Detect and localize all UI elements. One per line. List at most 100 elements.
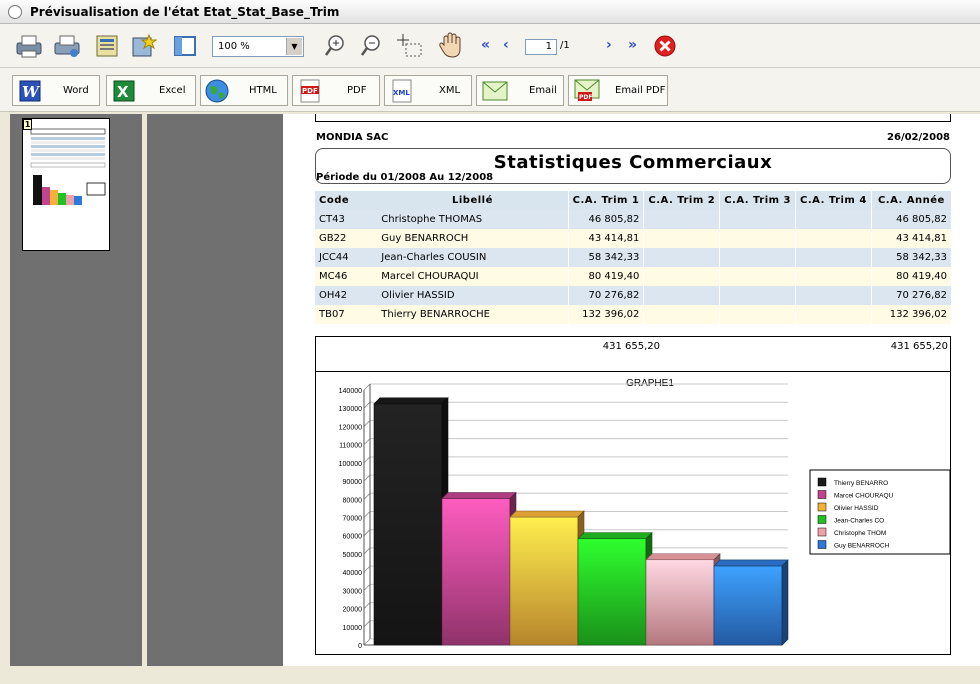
- export-word-button[interactable]: W Word: [12, 75, 100, 106]
- col-trim4: C.A. Trim 4: [795, 191, 872, 210]
- table-row: MC46 Marcel CHOURAQUI 80 419,40 80 419,4…: [315, 267, 951, 286]
- report-page: MONDIA SAC 26/02/2008 Statistiques Comme…: [283, 114, 980, 666]
- cell-trim4: [795, 229, 872, 248]
- pan-hand-button[interactable]: [436, 30, 466, 60]
- table-row: TB07 Thierry BENARROCHE 132 396,02 132 3…: [315, 305, 951, 324]
- zoom-in-button[interactable]: [322, 32, 348, 60]
- col-trim3: C.A. Trim 3: [719, 191, 796, 210]
- y-tick-label: 120000: [339, 424, 362, 431]
- report-period: Période du 01/2008 Au 12/2008: [316, 172, 494, 183]
- col-code: Code: [315, 191, 378, 210]
- axis-tick: [363, 420, 371, 427]
- thumbnails-toggle-button[interactable]: [170, 32, 200, 60]
- axis-tick: [363, 438, 371, 445]
- cell-trim2: [643, 248, 720, 267]
- export-excel-label: Excel: [159, 85, 186, 96]
- report-header-rule: [315, 114, 951, 122]
- export-html-label: HTML: [249, 85, 277, 96]
- next-page-button[interactable]: ›: [606, 37, 612, 53]
- app-icon: [8, 4, 22, 19]
- cell-trim2: [643, 210, 720, 229]
- chart-bar-side: [781, 559, 789, 646]
- y-tick-label: 70000: [343, 516, 363, 523]
- table-row: CT43 Christophe THOMAS 46 805,82 46 805,…: [315, 210, 951, 229]
- legend-label: Marcel CHOURAQU: [834, 493, 894, 500]
- export-xml-button[interactable]: XML XML: [384, 75, 472, 106]
- axis-tick: [363, 493, 371, 500]
- page-thumbnail[interactable]: 1: [22, 118, 110, 251]
- edit-report-button[interactable]: [128, 32, 158, 60]
- chart-bar: [441, 498, 511, 646]
- y-tick-label: 10000: [343, 625, 363, 632]
- svg-text:XML: XML: [393, 89, 410, 97]
- chart-bar-top: [441, 492, 517, 499]
- page-number-input[interactable]: 1: [525, 39, 557, 55]
- zoom-out-icon: [360, 35, 380, 56]
- secondary-pane: [147, 114, 283, 666]
- previous-page-button[interactable]: ‹: [503, 37, 509, 53]
- chart-bar: [645, 559, 715, 646]
- col-libelle: Libellé: [377, 191, 569, 210]
- col-trim2: C.A. Trim 2: [643, 191, 720, 210]
- cell-trim2: [643, 286, 720, 305]
- cell-trim3: [719, 210, 796, 229]
- cell-code: JCC44: [315, 248, 378, 267]
- y-tick-label: 110000: [339, 443, 362, 450]
- export-email-pdf-button[interactable]: PDF Email PDF: [568, 75, 668, 106]
- chart-bar-top: [577, 532, 653, 540]
- title-bar: Prévisualisation de l'état Etat_Stat_Bas…: [0, 0, 980, 24]
- cell-name: Marcel CHOURAQUI: [377, 267, 569, 286]
- cell-trim3: [719, 267, 796, 286]
- zoom-in-icon: [324, 35, 344, 56]
- preview-toolbar: 100 % ▼ « ‹ 1 /1 › »: [0, 24, 980, 68]
- cell-code: GB22: [315, 229, 378, 248]
- y-tick-label: 140000: [339, 388, 362, 395]
- legend-swatch: [817, 490, 827, 499]
- sidebar-panel-icon: [174, 36, 196, 56]
- close-preview-button[interactable]: [652, 33, 678, 59]
- zoom-out-button[interactable]: [358, 32, 384, 60]
- xml-icon: XML: [392, 79, 412, 103]
- cell-trim1: 70 276,82: [567, 286, 644, 305]
- table-row: OH42 Olivier HASSID 70 276,82 70 276,82: [315, 286, 951, 305]
- export-toolbar: W Word X Excel HTML PDF PDF XML XML Emai…: [0, 68, 980, 112]
- first-page-button[interactable]: «: [481, 37, 490, 53]
- cell-trim3: [719, 248, 796, 267]
- y-tick-label: 100000: [339, 461, 362, 468]
- page-setup-button[interactable]: [92, 32, 122, 60]
- chart-bar: [509, 516, 579, 646]
- total-year: 431 655,20: [890, 341, 948, 352]
- sales-bar-chart: GRAPHE1010000200003000040000500006000070…: [339, 378, 951, 650]
- report-title: Statistiques Commerciaux: [493, 152, 773, 173]
- export-email-button[interactable]: Email: [476, 75, 564, 106]
- envelope-icon: [482, 81, 508, 101]
- table-header-row: Code Libellé C.A. Trim 1 C.A. Trim 2 C.A…: [315, 191, 951, 210]
- export-excel-button[interactable]: X Excel: [106, 75, 196, 106]
- chevron-down-icon[interactable]: ▼: [286, 38, 302, 55]
- close-icon: [654, 35, 676, 57]
- cell-trim1: 58 342,33: [567, 248, 644, 267]
- export-html-button[interactable]: HTML: [200, 75, 288, 106]
- axis-tick: [363, 456, 371, 464]
- legend-swatch: [817, 515, 827, 524]
- export-pdf-button[interactable]: PDF PDF: [292, 75, 380, 106]
- y-tick-label: 40000: [343, 570, 363, 577]
- chart-bar-top: [509, 510, 585, 518]
- print-setup-button[interactable]: [52, 32, 82, 60]
- last-page-button[interactable]: »: [628, 37, 637, 53]
- cell-year: 80 419,40: [870, 267, 951, 286]
- legend-swatch: [817, 502, 827, 512]
- export-email-pdf-label: Email PDF: [615, 85, 666, 96]
- zoom-select[interactable]: 100 % ▼: [212, 36, 304, 57]
- selection-zoom-button[interactable]: [394, 32, 428, 60]
- chart-bar-top: [645, 553, 721, 561]
- cell-code: TB07: [315, 305, 378, 324]
- cell-year: 70 276,82: [870, 286, 951, 305]
- y-tick-label: 80000: [343, 497, 363, 504]
- thumbnails-pane: 1: [10, 114, 142, 666]
- cell-name: Guy BENARROCH: [377, 229, 569, 248]
- globe-icon: [205, 79, 229, 103]
- print-button[interactable]: [14, 32, 44, 60]
- export-pdf-label: PDF: [347, 85, 367, 96]
- cell-trim1: 46 805,82: [567, 210, 644, 229]
